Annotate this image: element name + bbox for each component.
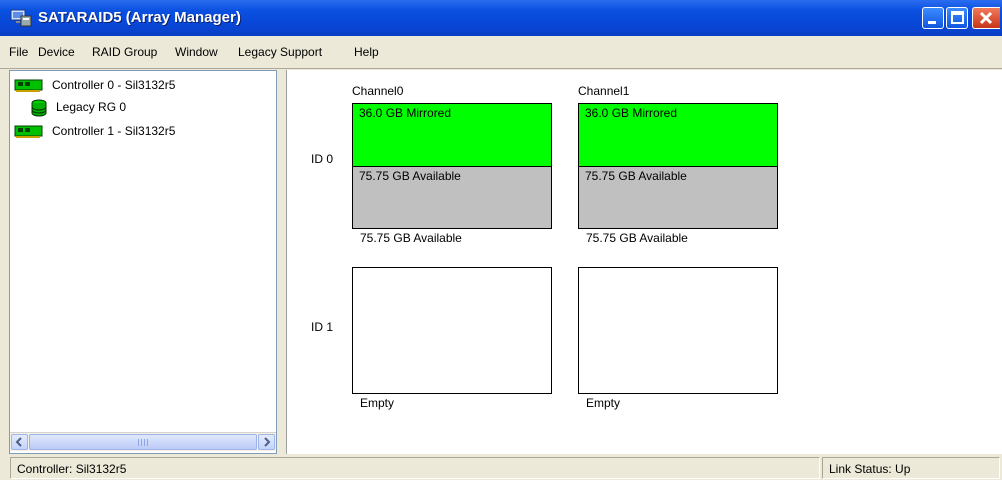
tree-horizontal-scrollbar[interactable] [10, 432, 276, 451]
status-link: Link Status: Up [822, 457, 1000, 479]
status-bar: Controller: Sil3132r5 Link Status: Up [0, 456, 1002, 480]
tree-item-label: Legacy RG 0 [56, 100, 127, 114]
available-segment[interactable]: 75.75 GB Available [353, 167, 551, 228]
disk-channel1-id1[interactable] [578, 267, 778, 394]
window-title: SATARAID5 (Array Manager) [38, 9, 241, 26]
maximize-icon[interactable] [946, 7, 968, 29]
device-tree[interactable]: Controller 0 - Sil3132r5 Legacy RG 0 Con… [9, 70, 277, 454]
scroll-left-button[interactable] [11, 434, 28, 450]
disk-channel0-id1[interactable] [352, 267, 552, 394]
menu-raid-group[interactable]: RAID Group [92, 45, 157, 59]
controller-card-icon [14, 79, 43, 92]
scroll-right-button[interactable] [258, 434, 275, 450]
minimize-icon[interactable] [922, 7, 944, 29]
grip-icon [138, 439, 148, 446]
mirrored-segment[interactable]: 36.0 GB Mirrored [353, 104, 551, 167]
disk-caption: 75.75 GB Available [360, 231, 462, 245]
available-segment[interactable]: 75.75 GB Available [579, 167, 777, 228]
row-id-0-label: ID 0 [311, 152, 334, 166]
menu-device[interactable]: Device [38, 45, 75, 59]
menu-help[interactable]: Help [354, 45, 379, 59]
title-bar[interactable]: SATARAID5 (Array Manager) [0, 0, 1002, 37]
tree-item-label: Controller 0 - Sil3132r5 [52, 78, 176, 92]
menu-bar: File Device RAID Group Window Legacy Sup… [0, 36, 1002, 69]
disk-caption: 75.75 GB Available [586, 231, 688, 245]
database-icon [31, 99, 47, 117]
arrow-left-icon [15, 437, 22, 447]
channel-0-header: Channel0 [352, 84, 404, 98]
scroll-thumb[interactable] [29, 434, 257, 450]
tree-item-legacy-rg-0[interactable]: Legacy RG 0 [30, 99, 270, 117]
tree-item-controller-0[interactable]: Controller 0 - Sil3132r5 [14, 77, 274, 95]
controller-card-icon [14, 125, 43, 138]
array-view: Channel0 Channel1 ID 0 ID 1 36.0 GB Mirr… [286, 70, 1002, 454]
row-id-1-label: ID 1 [311, 320, 334, 334]
status-controller: Controller: Sil3132r5 [10, 457, 820, 479]
close-icon[interactable] [972, 7, 1000, 29]
disk-channel1-id0[interactable]: 36.0 GB Mirrored 75.75 GB Available [578, 103, 778, 229]
disk-channel0-id0[interactable]: 36.0 GB Mirrored 75.75 GB Available [352, 103, 552, 229]
arrow-right-icon [264, 437, 271, 447]
tree-item-label: Controller 1 - Sil3132r5 [52, 124, 176, 138]
menu-file[interactable]: File [9, 45, 28, 59]
computer-icon [10, 9, 32, 27]
pane-splitter[interactable] [278, 70, 286, 454]
disk-caption: Empty [586, 396, 621, 410]
menu-window[interactable]: Window [175, 45, 218, 59]
tree-item-controller-1[interactable]: Controller 1 - Sil3132r5 [14, 123, 274, 141]
menu-legacy-support[interactable]: Legacy Support [238, 45, 322, 59]
channel-1-header: Channel1 [578, 84, 630, 98]
disk-caption: Empty [360, 396, 395, 410]
mirrored-segment[interactable]: 36.0 GB Mirrored [579, 104, 777, 167]
